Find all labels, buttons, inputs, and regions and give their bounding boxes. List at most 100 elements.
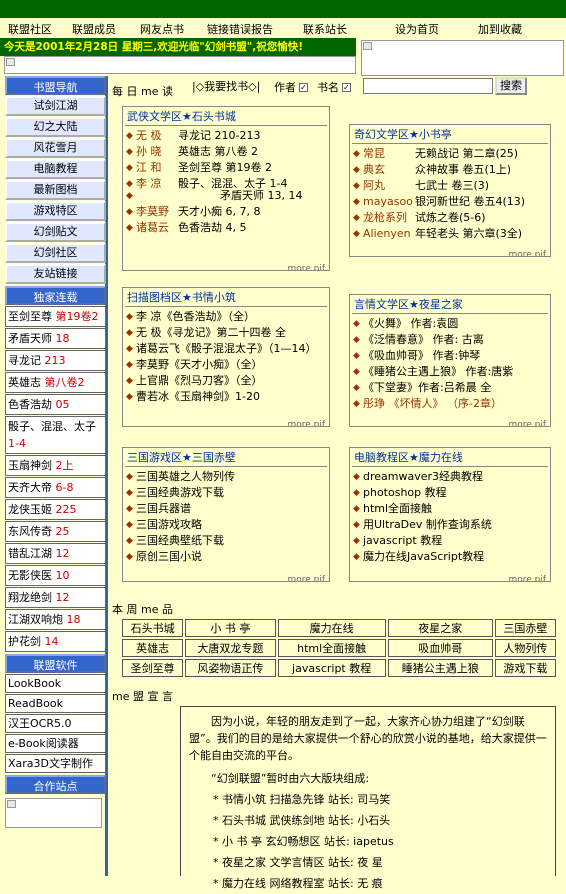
- box-title[interactable]: 三国游戏区★三国赤壁: [125, 449, 327, 467]
- box-list-item[interactable]: 《泛情春意》 作者: 古离: [353, 332, 547, 348]
- box-title[interactable]: 电脑教程区★魔力在线: [352, 449, 548, 467]
- software-item[interactable]: Xara3D文字制作: [5, 754, 106, 773]
- box-list-item[interactable]: 江 和 圣剑至尊 第19卷 2: [126, 160, 326, 176]
- box-title[interactable]: 言情文学区★夜星之家: [352, 296, 548, 314]
- more-link[interactable]: more pif: [508, 575, 546, 581]
- box-list-item[interactable]: 李 凉《色香浩劫》（全）: [126, 309, 326, 325]
- box-list-item[interactable]: 诸葛云飞《骰子混混太子》（1—14）: [126, 341, 326, 357]
- weekly-cell[interactable]: 石头书城: [122, 619, 184, 637]
- software-item[interactable]: LookBook: [5, 674, 106, 693]
- serial-item[interactable]: 玉扇神剑 2上: [5, 455, 106, 476]
- weekly-cell[interactable]: 圣剑至尊: [122, 659, 184, 677]
- box-list-item[interactable]: 三国游戏攻略: [126, 517, 326, 533]
- serial-item[interactable]: 骰子、混混、太子 1-4: [5, 416, 106, 454]
- software-item[interactable]: e-Book阅读器: [5, 734, 106, 753]
- box-title[interactable]: 奇幻文学区★小书亭: [352, 126, 548, 144]
- serial-item[interactable]: 护花剑 14: [5, 631, 106, 652]
- serial-item[interactable]: 翔龙绝剑 12: [5, 587, 106, 608]
- box-list-item[interactable]: 彤琤 《坏情人》 （序-2章）: [353, 396, 547, 412]
- nav-link[interactable]: 联盟成员: [72, 21, 116, 37]
- box-list-item[interactable]: 常昆 无赖战记 第二章(25): [353, 146, 547, 162]
- nav-link[interactable]: 加到收藏: [478, 21, 522, 37]
- sidebar-nav-item[interactable]: 幻之大陆: [5, 117, 106, 137]
- weekly-cell[interactable]: 吸血帅哥: [387, 639, 493, 657]
- search-input[interactable]: [363, 78, 493, 94]
- box-list-item[interactable]: photoshop 教程: [353, 485, 547, 501]
- nav-link[interactable]: 网友点书: [140, 21, 184, 37]
- more-link[interactable]: more pif: [287, 575, 325, 581]
- box-list-item[interactable]: 孙 晓 英雄志 第八卷 2: [126, 144, 326, 160]
- box-list-item[interactable]: javascript 教程: [353, 533, 547, 549]
- title-checkbox[interactable]: ✓: [342, 82, 351, 92]
- sidebar-nav-item[interactable]: 电脑教程: [5, 159, 106, 179]
- more-link[interactable]: more pif: [508, 250, 546, 256]
- partner-image[interactable]: [5, 798, 102, 828]
- box-list-item[interactable]: 无 极 寻龙记 210-213: [126, 128, 326, 144]
- weekly-cell[interactable]: 人物列传: [494, 639, 556, 657]
- sidebar-nav-item[interactable]: 幻剑贴文: [5, 222, 106, 242]
- author-checkbox[interactable]: ✓: [299, 82, 308, 92]
- box-list-item[interactable]: 《下堂妻》作者:吕希晨 全: [353, 380, 547, 396]
- serial-item[interactable]: 龙侠玉姬 225: [5, 499, 106, 520]
- box-list-item[interactable]: Alienyen 年轻老头 第六章(3全): [353, 226, 547, 242]
- box-title[interactable]: 扫描图档区★书情小筑: [125, 289, 327, 307]
- box-list-item[interactable]: 典玄 众神故事 卷五(1上): [353, 162, 547, 178]
- weekly-cell[interactable]: 风姿物语正传: [185, 659, 276, 677]
- box-list-item[interactable]: 魔力在线JavaScript教程: [353, 549, 547, 565]
- serial-item[interactable]: 至剑至尊 第19卷2: [5, 306, 106, 327]
- box-list-item[interactable]: 三国经典壁纸下载: [126, 533, 326, 549]
- software-item[interactable]: ReadBook: [5, 694, 106, 713]
- serial-item[interactable]: 色香浩劫 05: [5, 394, 106, 415]
- sidebar-nav-item[interactable]: 最新图档: [5, 180, 106, 200]
- nav-link[interactable]: 设为首页: [395, 21, 439, 37]
- more-link[interactable]: more pif: [287, 420, 325, 426]
- more-link[interactable]: more pif: [287, 264, 325, 270]
- box-list-item[interactable]: 原创三国小说: [126, 549, 326, 565]
- nav-link[interactable]: 联盟社区: [8, 21, 52, 37]
- sidebar-nav-item[interactable]: 风花雪月: [5, 138, 106, 158]
- box-list-item[interactable]: 《睡猪公主遇上狼》 作者:唐紫: [353, 364, 547, 380]
- box-list-item[interactable]: 李莫野《天才小痴》（全）: [126, 357, 326, 373]
- serial-item[interactable]: 江湖双响炮 18: [5, 609, 106, 630]
- serial-item[interactable]: 矛盾天师 18: [5, 328, 106, 349]
- box-list-item[interactable]: mayasoo银河新世纪 卷五4(13): [353, 194, 547, 210]
- weekly-cell[interactable]: 小 书 亭: [185, 619, 276, 637]
- serial-item[interactable]: 寻龙记 213: [5, 350, 106, 371]
- nav-link[interactable]: 链接错误报告: [207, 21, 273, 37]
- box-list-item[interactable]: 上官鼎《烈马刀客》（全）: [126, 373, 326, 389]
- search-button[interactable]: 搜索: [495, 77, 527, 95]
- weekly-cell[interactable]: 英雄志: [122, 639, 184, 657]
- serial-item[interactable]: 东风传奇 25: [5, 521, 106, 542]
- more-link[interactable]: more pif: [508, 420, 546, 426]
- box-list-item[interactable]: 李莫野天才小痴 6, 7, 8: [126, 204, 326, 220]
- serial-item[interactable]: 无影侠医 10: [5, 565, 106, 586]
- box-list-item[interactable]: 矛盾天师 13, 14: [126, 188, 326, 204]
- weekly-cell[interactable]: 三国赤壁: [494, 619, 556, 637]
- box-list-item[interactable]: 无 极《寻龙记》第二十四卷 全: [126, 325, 326, 341]
- sidebar-nav-item[interactable]: 游戏特区: [5, 201, 106, 221]
- box-list-item[interactable]: html全面接触: [353, 501, 547, 517]
- sidebar-nav-item[interactable]: 试剑江湖: [5, 96, 106, 116]
- nav-link[interactable]: 联系站长: [303, 21, 347, 37]
- box-list-item[interactable]: 三国英雄之人物列传: [126, 469, 326, 485]
- box-list-item[interactable]: 曹若冰《玉扇神剑》1-20: [126, 389, 326, 405]
- box-list-item[interactable]: 《火舞》 作者:袁圆: [353, 316, 547, 332]
- box-list-item[interactable]: 三国兵器谱: [126, 501, 326, 517]
- box-list-item[interactable]: 诸葛云色香浩劫 4, 5: [126, 220, 326, 236]
- weekly-cell[interactable]: 魔力在线: [277, 619, 386, 637]
- weekly-cell[interactable]: 游戏下载: [494, 659, 556, 677]
- box-list-item[interactable]: 用UltraDev 制作查询系统: [353, 517, 547, 533]
- weekly-cell[interactable]: 睡猪公主遇上狼: [387, 659, 493, 677]
- box-title[interactable]: 武侠文学区★石头书城: [125, 108, 327, 126]
- serial-item[interactable]: 天齐大帝 6-8: [5, 477, 106, 498]
- weekly-cell[interactable]: 夜星之家: [387, 619, 493, 637]
- box-list-item[interactable]: 《吸血帅哥》 作者:钟琴: [353, 348, 547, 364]
- sidebar-nav-item[interactable]: 幻剑社区: [5, 243, 106, 263]
- serial-item[interactable]: 英雄志 第八卷2: [5, 372, 106, 393]
- box-list-item[interactable]: 三国经典游戏下载: [126, 485, 326, 501]
- weekly-cell[interactable]: javascript 教程: [277, 659, 386, 677]
- banner-image[interactable]: [361, 40, 564, 76]
- box-list-item[interactable]: 龙枪系列试炼之卷(5-6): [353, 210, 547, 226]
- box-list-item[interactable]: 阿丸 七武士 卷三(3): [353, 178, 547, 194]
- banner-image[interactable]: [4, 56, 356, 74]
